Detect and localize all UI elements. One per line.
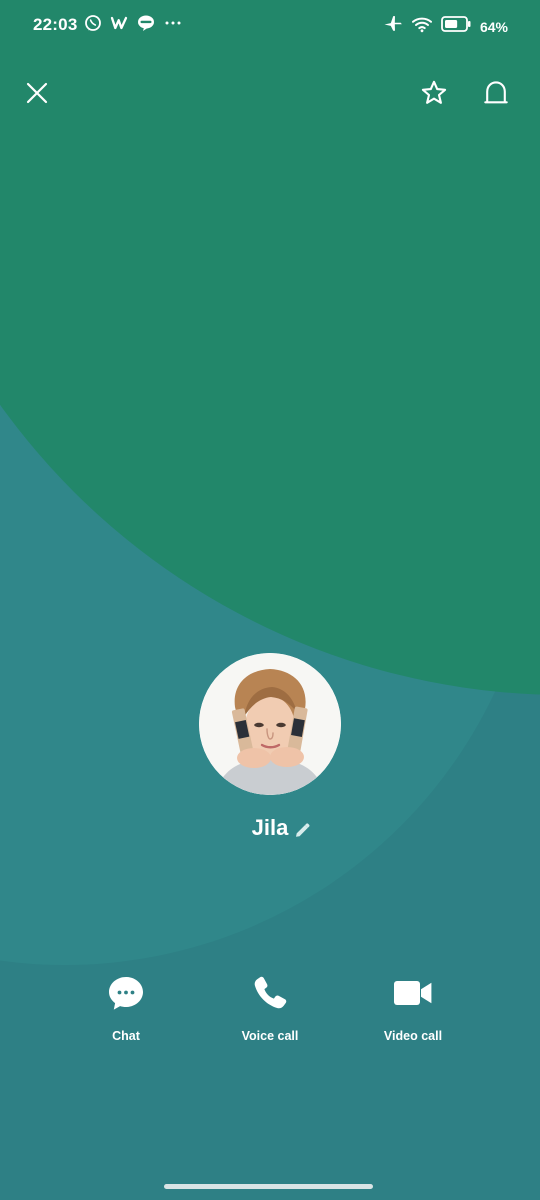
w-app-icon (110, 14, 128, 32)
avatar[interactable] (199, 653, 341, 795)
notification-button[interactable] (481, 78, 511, 108)
more-dots-icon (164, 14, 182, 32)
home-indicator[interactable] (164, 1184, 373, 1189)
status-right-icons: 64% (383, 14, 508, 39)
airplane-icon (383, 14, 403, 39)
chat-button[interactable]: Chat (71, 972, 181, 1043)
profile-name-row: Jila (0, 817, 540, 839)
edit-name-button[interactable] (292, 821, 312, 841)
video-call-label: Video call (383, 1029, 443, 1043)
status-left-icons (84, 14, 182, 32)
bell-icon (484, 81, 508, 104)
battery-percent: 64% (479, 18, 508, 35)
profile-name-wrap: Jila (251, 815, 310, 840)
status-time: 22:03 (33, 15, 78, 34)
contact-actions: Chat Voice call Video call (0, 972, 540, 1062)
line-icon (136, 14, 156, 32)
wifi-icon (411, 15, 433, 38)
pencil-icon (296, 823, 310, 837)
battery-icon (441, 15, 471, 38)
chat-label: Chat (112, 1029, 140, 1043)
whatsapp-icon (84, 14, 102, 32)
favorite-button[interactable] (419, 78, 449, 108)
video-camera-icon (392, 972, 434, 1014)
phone-icon (249, 972, 291, 1014)
profile-name: Jila (251, 815, 289, 840)
voice-call-button[interactable]: Voice call (215, 972, 325, 1043)
chat-bubble-icon (105, 972, 147, 1014)
video-call-button[interactable]: Video call (358, 972, 468, 1043)
profile-photo (199, 653, 341, 795)
voice-call-label: Voice call (241, 1029, 299, 1043)
status-bar: 22:03 64% (0, 0, 540, 50)
close-button[interactable] (22, 78, 52, 108)
close-icon (26, 82, 48, 104)
star-icon (421, 80, 447, 104)
